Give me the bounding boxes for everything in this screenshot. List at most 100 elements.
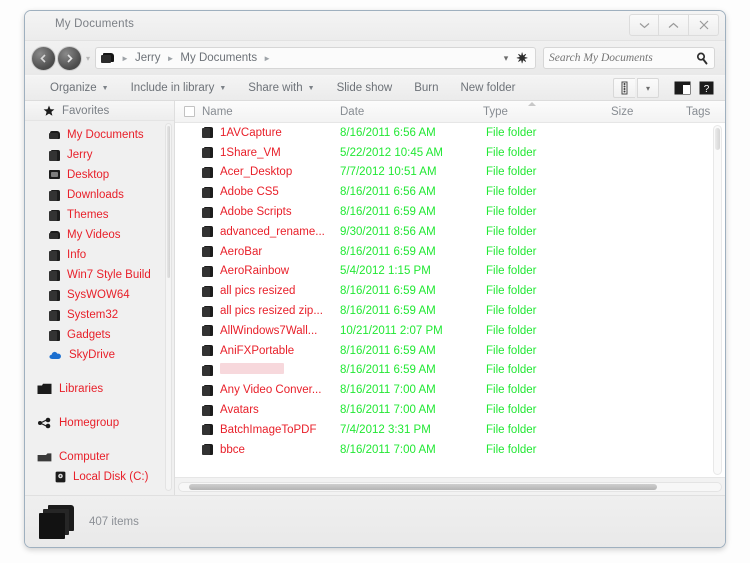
toolbar-organize[interactable]: Organize ▼ <box>39 76 120 100</box>
table-row[interactable]: 8/16/2011 6:59 AM File folder <box>175 361 725 381</box>
select-all-checkbox[interactable] <box>184 106 195 117</box>
sidebar-item-downloads[interactable]: Downloads <box>25 185 174 205</box>
folder-icon <box>202 166 213 178</box>
folder-icon <box>202 325 213 337</box>
content-area: Favorites My Documents Jerry Desktop Dow… <box>25 101 725 495</box>
sidebar-item-jerry[interactable]: Jerry <box>25 145 174 165</box>
file-name-label: Avatars <box>220 404 259 417</box>
file-list-scrollbar-thumb[interactable] <box>715 128 720 150</box>
address-bar[interactable]: ► Jerry ► My Documents ► ▾ ✷ <box>95 47 536 69</box>
chevron-down-icon: ▼ <box>101 84 109 92</box>
file-type-cell: File folder <box>486 364 537 377</box>
table-row[interactable]: Adobe CS5 8/16/2011 6:56 AM File folder <box>175 182 725 202</box>
table-row[interactable]: all pics resized 8/16/2011 6:59 AM File fo… <box>175 281 725 301</box>
computer-icon <box>37 452 52 461</box>
view-options-button[interactable] <box>613 78 635 98</box>
table-row[interactable]: bbce 8/16/2011 7:00 AM File folder <box>175 440 725 460</box>
table-row[interactable]: BatchImageToPDF 7/4/2012 3:31 PM File fold… <box>175 420 725 440</box>
minimize-button[interactable] <box>629 14 659 36</box>
file-name-label: all pics resized zip... <box>220 305 323 318</box>
search-input[interactable] <box>549 52 696 64</box>
toolbar-share-with[interactable]: Share with ▼ <box>237 76 325 100</box>
window-controls <box>629 14 719 36</box>
file-list-scrollbar[interactable] <box>713 125 722 475</box>
file-list-hscroll[interactable] <box>175 477 725 495</box>
breadcrumb-item-my-documents[interactable]: My Documents <box>178 52 259 64</box>
toolbar-new-folder[interactable]: New folder <box>449 76 526 100</box>
preview-pane-button[interactable] <box>671 78 693 98</box>
table-row[interactable]: Avatars 8/16/2011 7:00 AM File folder <box>175 400 725 420</box>
file-date-cell: 7/7/2012 10:51 AM <box>340 166 437 179</box>
table-row[interactable]: advanced_rename... 9/30/2011 8:56 AM File … <box>175 222 725 242</box>
sidebar-scrollbar[interactable] <box>165 123 172 491</box>
table-row[interactable]: Acer_Desktop 7/7/2012 10:51 AM File folder <box>175 163 725 183</box>
column-header-name[interactable]: Name <box>202 106 340 118</box>
sidebar-item-desktop[interactable]: Desktop <box>25 165 174 185</box>
view-dropdown-button[interactable]: ▾ <box>637 78 659 98</box>
desktop-icon <box>49 169 60 181</box>
table-row[interactable]: 1AVCapture 8/16/2011 6:56 AM File folder <box>175 123 725 143</box>
sidebar-item-local-disk-c[interactable]: Local Disk (C:) <box>25 467 174 487</box>
search-box[interactable] <box>543 47 715 69</box>
table-row[interactable]: AeroBar 8/16/2011 6:59 AM File folder <box>175 242 725 262</box>
sidebar-item-skydrive[interactable]: SkyDrive <box>25 345 174 365</box>
toolbar-burn[interactable]: Burn <box>403 76 449 100</box>
file-name-label: 1AVCapture <box>220 126 282 139</box>
sidebar-item-gadgets[interactable]: Gadgets <box>25 325 174 345</box>
sidebar-item-system32[interactable]: System32 <box>25 305 174 325</box>
sidebar-item-my-videos[interactable]: My Videos <box>25 225 174 245</box>
file-list-hscroll-thumb[interactable] <box>189 483 657 490</box>
file-list-hscroll-track[interactable] <box>178 481 722 492</box>
file-type-cell: File folder <box>486 324 537 337</box>
address-dropdown-icon[interactable]: ▾ <box>499 53 514 64</box>
folder-icon <box>49 329 60 341</box>
command-toolbar: Organize ▼ Include in library ▼ Share wi… <box>25 75 725 101</box>
folder-icon <box>202 285 213 297</box>
table-row[interactable]: 1Share_VM 5/22/2012 10:45 AM File folder <box>175 143 725 163</box>
refresh-icon[interactable]: ✷ <box>513 51 531 65</box>
table-row[interactable]: AniFXPortable 8/16/2011 6:59 AM File folde… <box>175 341 725 361</box>
sidebar-item-themes[interactable]: Themes <box>25 205 174 225</box>
svg-text:?: ? <box>703 84 709 95</box>
back-button[interactable] <box>31 45 56 71</box>
table-row[interactable]: AeroRainbow 5/4/2012 1:15 PM File folder <box>175 262 725 282</box>
breadcrumb-item-jerry[interactable]: Jerry <box>133 52 163 64</box>
sidebar-item-homegroup[interactable]: Homegroup <box>25 413 174 433</box>
file-type-cell: File folder <box>486 443 537 456</box>
table-row[interactable]: AllWindows7Wall... 10/21/2011 2:07 PM File… <box>175 321 725 341</box>
folder-icon <box>202 127 213 139</box>
file-name-label: Any Video Conver... <box>220 384 322 397</box>
toolbar-slide-show[interactable]: Slide show <box>326 76 404 100</box>
sort-indicator-icon <box>528 102 536 106</box>
sidebar-scrollbar-thumb[interactable] <box>167 126 170 278</box>
table-row[interactable]: Any Video Conver... 8/16/2011 7:00 AM File… <box>175 380 725 400</box>
column-header-tags[interactable]: Tags <box>686 106 710 118</box>
table-row[interactable]: Adobe Scripts 8/16/2011 6:59 AM File folde… <box>175 202 725 222</box>
sidebar-item-syswow64[interactable]: SysWOW64 <box>25 285 174 305</box>
file-rows: 1AVCapture 8/16/2011 6:56 AM File folder 1S… <box>175 123 725 460</box>
folder-icon <box>202 404 213 416</box>
sidebar-item-info[interactable]: Info <box>25 245 174 265</box>
favorites-header[interactable]: Favorites <box>25 101 174 121</box>
column-header-type[interactable]: Type <box>483 106 611 118</box>
file-type-cell: File folder <box>486 265 537 278</box>
file-name-label: 1Share_VM <box>220 146 281 159</box>
folder-open-icon <box>49 130 60 141</box>
sidebar-item-my-documents[interactable]: My Documents <box>25 125 174 145</box>
table-row[interactable]: all pics resized zip... 8/16/2011 6:59 AM… <box>175 301 725 321</box>
forward-button[interactable] <box>57 45 82 71</box>
sidebar-item-computer[interactable]: Computer <box>25 447 174 467</box>
sidebar-item-libraries[interactable]: Libraries <box>25 379 174 399</box>
history-dropdown-icon[interactable]: ▾ <box>86 54 90 63</box>
close-button[interactable] <box>689 14 719 36</box>
homegroup-icon <box>38 417 51 429</box>
column-header-size[interactable]: Size <box>611 106 686 118</box>
sidebar-item-label: Info <box>67 249 87 261</box>
column-header-date[interactable]: Date <box>340 106 483 118</box>
toolbar-include-in-library[interactable]: Include in library ▼ <box>120 76 238 100</box>
maximize-button[interactable] <box>659 14 689 36</box>
breadcrumb-separator-1: ► <box>166 53 175 63</box>
help-button[interactable]: ? <box>695 78 717 98</box>
folder-icon <box>49 209 60 221</box>
sidebar-item-win7-style-builder[interactable]: Win7 Style Build <box>25 265 174 285</box>
